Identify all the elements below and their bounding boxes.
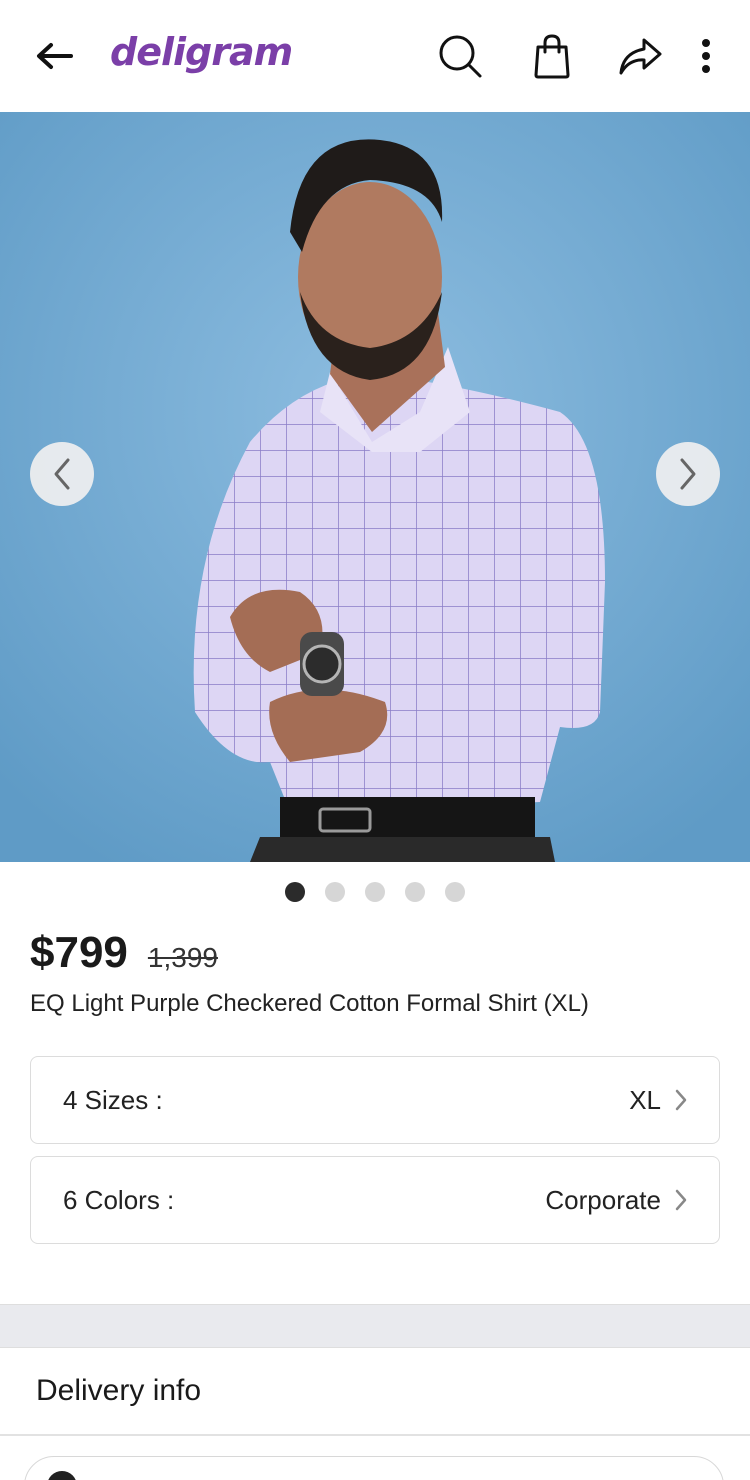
selected-color: Corporate xyxy=(545,1184,661,1215)
current-price: $799 xyxy=(30,928,128,977)
gallery-prev-button[interactable] xyxy=(30,442,94,506)
gallery-dot[interactable] xyxy=(365,882,385,902)
shopping-bag-icon xyxy=(534,34,570,79)
chevron-right-icon xyxy=(675,1189,687,1211)
color-selector[interactable]: 6 Colors : Corporate xyxy=(30,1156,720,1244)
divider xyxy=(0,1434,750,1436)
delivery-info-heading: Delivery info xyxy=(36,1374,202,1407)
gallery-dot[interactable] xyxy=(405,882,425,902)
search-button[interactable] xyxy=(434,30,486,82)
share-icon xyxy=(619,38,662,75)
more-options-button[interactable] xyxy=(684,30,728,82)
product-photo xyxy=(0,112,750,862)
chevron-right-icon xyxy=(675,1089,687,1111)
app-header: deligram xyxy=(0,0,750,112)
share-button[interactable] xyxy=(614,30,666,82)
gallery-dot[interactable] xyxy=(285,882,305,902)
more-vertical-icon xyxy=(702,39,710,73)
size-selector[interactable]: 4 Sizes : XL xyxy=(30,1056,720,1144)
cart-button[interactable] xyxy=(526,30,578,82)
gallery-next-button[interactable] xyxy=(656,442,720,506)
search-icon xyxy=(439,35,482,78)
delivery-location-field[interactable] xyxy=(24,1456,724,1480)
color-selector-label: 6 Colors : xyxy=(63,1184,175,1215)
back-button[interactable] xyxy=(30,34,78,78)
gallery-dot[interactable] xyxy=(445,882,465,902)
gallery-pagination xyxy=(0,882,750,902)
location-icon xyxy=(47,1471,77,1480)
gallery-dot[interactable] xyxy=(325,882,345,902)
chevron-left-icon xyxy=(54,458,70,490)
original-price: 1,399 xyxy=(147,942,218,973)
price-row: $799 1,399 xyxy=(30,928,218,978)
product-title: EQ Light Purple Checkered Cotton Formal … xyxy=(30,990,589,1017)
chevron-right-icon xyxy=(680,458,696,490)
selected-size: XL xyxy=(629,1084,661,1115)
size-selector-label: 4 Sizes : xyxy=(63,1084,163,1115)
section-divider xyxy=(0,1304,750,1348)
brand-logo[interactable]: deligram xyxy=(110,30,293,74)
product-image-gallery[interactable] xyxy=(0,112,750,862)
back-arrow-icon xyxy=(37,43,73,69)
